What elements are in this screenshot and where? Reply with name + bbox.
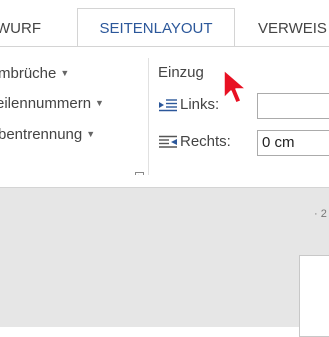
ribbon-bottom-edge [0,175,329,188]
silbentrennung-dropdown[interactable]: bentrennung ▼ [0,126,95,143]
chevron-down-icon: ▼ [60,68,70,78]
umbrueche-dropdown[interactable]: mbrüche ▼ [0,65,69,82]
indent-group-label: Einzug [158,64,204,81]
chevron-down-icon: ▼ [86,129,96,139]
ribbon-tab-bar: WURF SEITENLAYOUT VERWEIS [0,0,329,47]
zeilennummern-label: eilennummern [0,95,92,112]
indent-right-label: Rechts: [180,133,231,150]
indent-right-input[interactable]: 0 cm [257,130,329,156]
silbentrennung-label: bentrennung [0,126,83,143]
tab-entwurf[interactable]: WURF [0,20,41,37]
chevron-down-icon: ▼ [95,98,104,108]
indent-left-label: Links: [180,96,220,113]
zeilennummern-dropdown[interactable]: eilennummern ▼ [0,95,104,112]
group-separator [148,58,149,184]
indent-right-icon [159,135,177,148]
umbrueche-label: mbrüche [0,65,57,82]
mouse-cursor-icon [223,69,247,104]
document-page[interactable] [299,255,329,337]
tab-seitenlayout[interactable]: SEITENLAYOUT [77,8,235,47]
tab-verweise[interactable]: VERWEIS [258,20,327,37]
document-workspace [0,188,329,327]
indent-left-input[interactable] [257,93,329,119]
indent-left-icon [159,99,177,112]
ruler-tick-label: · 2 [314,208,327,220]
